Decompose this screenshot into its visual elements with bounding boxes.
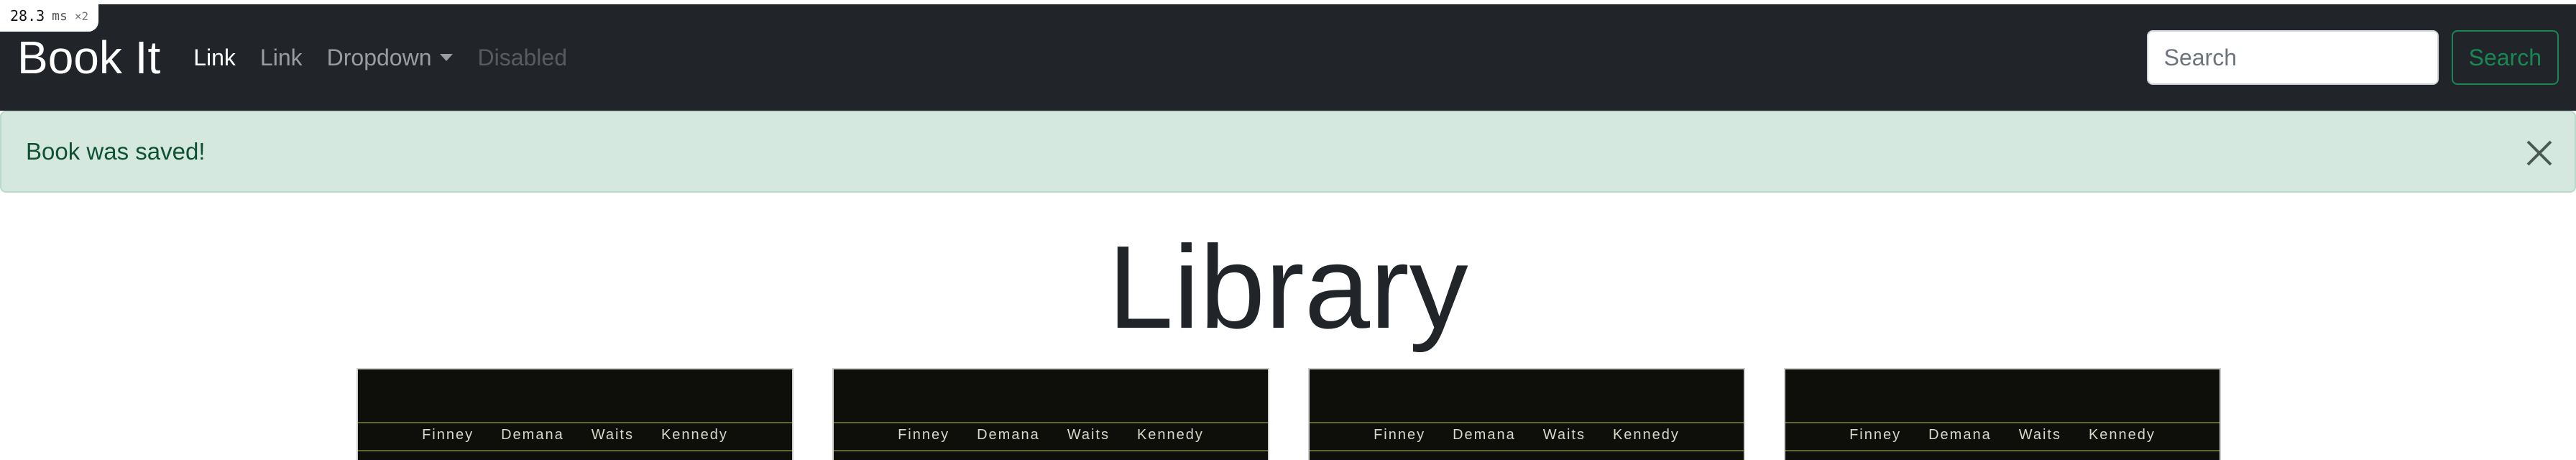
author-name: Waits [1542,427,1586,443]
perf-value: 28.3 [10,7,45,24]
nav-link-disabled: Disabled [477,44,567,70]
author-name: Finney [1374,427,1426,443]
book-authors: Finney Demana Waits Kennedy [358,427,792,443]
perf-unit: ms [52,8,68,24]
author-name: Waits [591,427,634,443]
author-name: Finney [1849,427,1902,443]
author-name: Finney [898,427,950,443]
nav-dropdown-label: Dropdown [326,44,432,70]
cover-rule [1310,422,1744,423]
cover-rule [358,450,792,451]
cover-rule [1785,422,2220,423]
book-card[interactable]: Finney Demana Waits Kennedy [1784,368,2221,460]
author-name: Kennedy [2088,427,2156,443]
book-card[interactable]: Finney Demana Waits Kennedy [1308,368,1745,460]
cover-rule [1310,450,1744,451]
author-name: Waits [1067,427,1110,443]
page-title: Library [1108,221,1468,353]
cover-rule [834,422,1268,423]
nav-dropdown[interactable]: Dropdown [327,45,454,71]
author-name: Demana [1928,427,1992,443]
search-button[interactable]: Search [2451,30,2559,85]
cover-rule [358,422,792,423]
search-input[interactable] [2146,30,2439,85]
brand-link[interactable]: Book It [17,31,160,84]
author-name: Demana [501,427,564,443]
cover-rule [834,450,1268,451]
author-name: Waits [2018,427,2061,443]
author-name: Demana [977,427,1040,443]
nav-link-1[interactable]: Link [193,45,236,71]
close-icon[interactable] [2526,139,2553,167]
author-name: Kennedy [1612,427,1680,443]
author-name: Demana [1453,427,1516,443]
alert-message: Book was saved! [26,138,206,165]
success-alert: Book was saved! [0,111,2576,193]
author-name: Finney [422,427,474,443]
cover-rule [1785,450,2220,451]
book-authors: Finney Demana Waits Kennedy [834,427,1268,443]
nav-link-2[interactable]: Link [260,45,303,71]
author-name: Kennedy [661,427,728,443]
book-authors: Finney Demana Waits Kennedy [1785,427,2220,443]
book-card[interactable]: Finney Demana Waits Kennedy [356,368,794,460]
book-authors: Finney Demana Waits Kennedy [1310,427,1744,443]
book-card[interactable]: Finney Demana Waits Kennedy [832,368,1269,460]
author-name: Kennedy [1136,427,1204,443]
book-grid: Finney Demana Waits Kennedy Finney Deman… [356,368,2221,460]
navbar: Book It Link Link Dropdown Disabled Sear… [0,4,2576,111]
perf-badge: 28.3 ms ×2 [0,0,99,32]
perf-multiplier: ×2 [74,9,89,23]
caret-down-icon [440,54,454,61]
